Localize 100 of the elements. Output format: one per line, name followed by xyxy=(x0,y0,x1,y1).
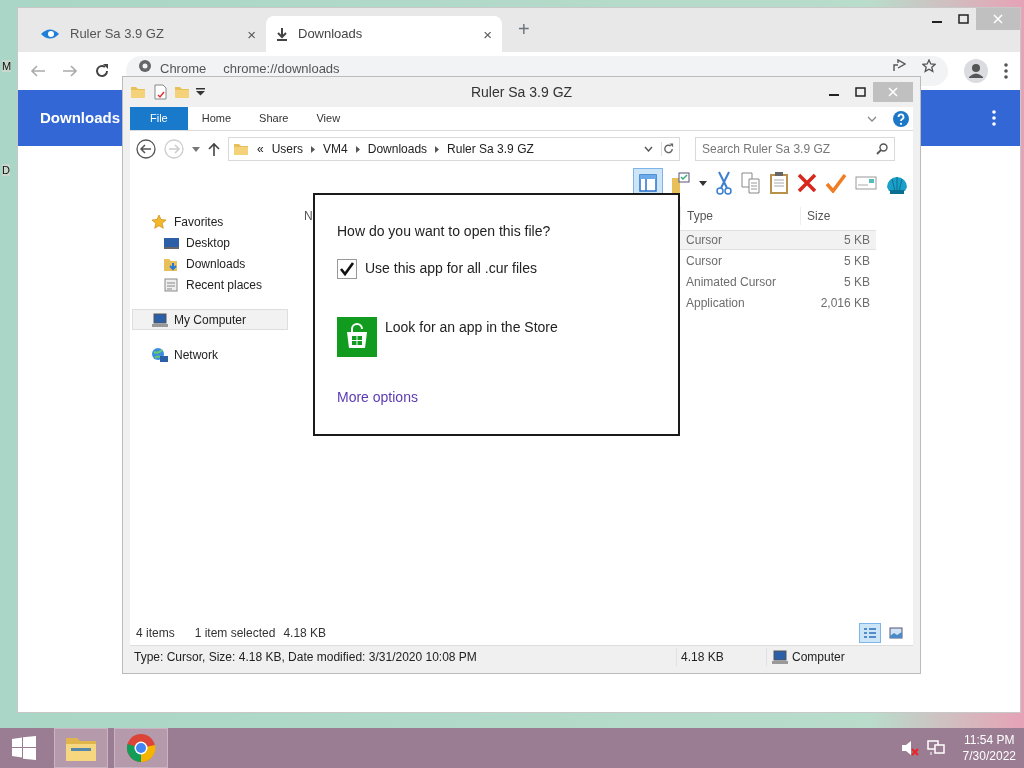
scissors-icon[interactable] xyxy=(715,171,733,195)
desktop-icon-label: M xyxy=(2,60,12,72)
folder-icon xyxy=(233,141,249,157)
avatar-icon[interactable] xyxy=(964,59,988,83)
muted-speaker-icon[interactable] xyxy=(900,740,919,756)
refresh-icon[interactable] xyxy=(661,142,675,156)
breadcrumb-item[interactable]: Ruler Sa 3.9 GZ xyxy=(447,140,534,158)
search-icon[interactable] xyxy=(876,143,888,155)
maximize-icon[interactable] xyxy=(957,14,969,24)
star-icon xyxy=(151,213,168,230)
maximize-icon[interactable] xyxy=(854,87,866,97)
nav-item[interactable]: Desktop xyxy=(132,232,288,253)
search-field[interactable]: Search Ruler Sa 3.9 GZ xyxy=(695,137,895,161)
up-arrow-icon[interactable] xyxy=(208,142,220,156)
page-title: Downloads xyxy=(40,107,120,128)
reload-icon[interactable] xyxy=(94,63,110,79)
url-text: chrome://downloads xyxy=(223,60,340,78)
breadcrumb-item[interactable]: Downloads xyxy=(367,140,428,158)
tab-title: Downloads xyxy=(298,25,364,44)
details-list-icon xyxy=(863,627,877,639)
ribbon-tab[interactable]: View xyxy=(302,107,355,130)
chevron-right-icon xyxy=(311,145,316,153)
eye-logo-icon xyxy=(40,28,60,40)
store-option[interactable]: Look for an app in the Store xyxy=(385,317,558,338)
properties-icon[interactable] xyxy=(152,84,168,100)
nav-label: Favorites xyxy=(174,213,224,231)
taskbar-button[interactable] xyxy=(54,728,108,768)
dropdown-icon[interactable] xyxy=(196,88,205,96)
overflow-chevron[interactable]: « xyxy=(257,140,264,158)
network-icon[interactable] xyxy=(926,740,945,756)
column-header[interactable]: Type xyxy=(687,209,713,223)
nav-item[interactable]: Favorites xyxy=(132,211,288,232)
tab-title: Ruler Sa 3.9 GZ xyxy=(70,25,165,44)
browser-tab[interactable]: Downloads × xyxy=(266,16,502,52)
address-bar[interactable]: « Users VM4 Downloads Ruler Sa 3.9 GZ xyxy=(228,137,680,161)
table-cell-text: Animated Cursor xyxy=(685,273,778,291)
nav-item[interactable]: Network xyxy=(132,344,288,365)
site-label: Chrome xyxy=(160,60,207,78)
browser-tab[interactable]: Ruler Sa 3.9 GZ × xyxy=(30,16,266,52)
chrome-logo-icon xyxy=(126,733,156,763)
help-icon[interactable] xyxy=(893,110,909,127)
computer-icon xyxy=(771,648,788,665)
ribbon-tab[interactable]: File xyxy=(130,107,188,130)
checkbox-label: Use this app for all .cur files xyxy=(365,259,537,278)
menu-icon[interactable] xyxy=(992,110,996,126)
ribbon-tab[interactable]: Home xyxy=(187,107,246,130)
table-cell: 5 KB xyxy=(800,229,876,250)
desktop-icon-label: D xyxy=(2,164,10,176)
chevron-icon[interactable] xyxy=(867,115,877,122)
details-view-button[interactable] xyxy=(859,623,881,643)
windows-logo-icon xyxy=(12,736,36,760)
table-cell-text: 5 KB xyxy=(843,273,871,291)
ribbon-tab[interactable]: Share xyxy=(245,107,303,130)
new-tab-button[interactable]: + xyxy=(518,14,530,44)
chevron-right-icon xyxy=(355,145,360,153)
checkmark-icon[interactable] xyxy=(825,173,847,193)
nav-label: Recent places xyxy=(186,276,263,294)
nav-label: My Computer xyxy=(174,311,247,329)
image-icon xyxy=(889,627,903,639)
store-icon[interactable] xyxy=(337,317,377,357)
computer-icon xyxy=(151,311,168,328)
close-icon[interactable]: × xyxy=(483,26,492,42)
table-cell: Cursor xyxy=(680,229,800,250)
item-count: 4 items xyxy=(136,625,175,642)
clipboard-icon[interactable] xyxy=(769,171,789,195)
chevron-right-icon xyxy=(435,145,440,153)
delete-icon[interactable] xyxy=(797,173,817,193)
file-details: Type: Cursor, Size: 4.18 KB, Date modified: 3/31/2020 10:08 PM xyxy=(134,649,477,664)
recent-icon xyxy=(163,276,180,293)
selection-info: 1 item selected xyxy=(194,625,276,642)
nav-item[interactable]: Recent places xyxy=(132,274,288,295)
table-cell-text: Application xyxy=(685,294,746,312)
nav-label: Network xyxy=(174,346,218,364)
selection-size: 4.18 KB xyxy=(283,625,327,642)
time-text: 11:54 PM xyxy=(963,732,1016,748)
nav-item[interactable]: My Computer xyxy=(132,309,288,330)
file-size: 4.18 KB xyxy=(681,649,724,664)
chrome-site-icon xyxy=(138,59,152,73)
caret-icon[interactable] xyxy=(699,180,707,186)
nav-item[interactable]: Downloads xyxy=(132,253,288,274)
menu-icon[interactable] xyxy=(1004,63,1008,79)
column-header[interactable]: N xyxy=(304,209,313,223)
close-icon[interactable]: × xyxy=(247,26,256,42)
dialog-question: How do you want to open this file? xyxy=(337,222,552,241)
location-label: Computer xyxy=(792,648,845,666)
checkbox[interactable] xyxy=(337,258,357,279)
share-icon[interactable] xyxy=(892,59,906,73)
breadcrumb-item[interactable]: VM4 xyxy=(323,140,348,158)
download-icon xyxy=(276,27,288,41)
back-icon[interactable] xyxy=(136,139,156,159)
folder-check-icon[interactable] xyxy=(671,172,691,194)
taskbar-button[interactable] xyxy=(114,728,168,768)
breadcrumb-item[interactable]: Users xyxy=(271,140,304,158)
date-text: 7/30/2022 xyxy=(962,748,1016,764)
copy-icon[interactable] xyxy=(741,172,761,194)
more-options-link[interactable]: More options xyxy=(337,387,418,408)
nav-label: Desktop xyxy=(186,234,231,252)
column-header[interactable]: Size xyxy=(807,209,831,223)
table-cell-text: 2,016 KB xyxy=(819,294,871,312)
star-icon[interactable] xyxy=(922,59,936,73)
